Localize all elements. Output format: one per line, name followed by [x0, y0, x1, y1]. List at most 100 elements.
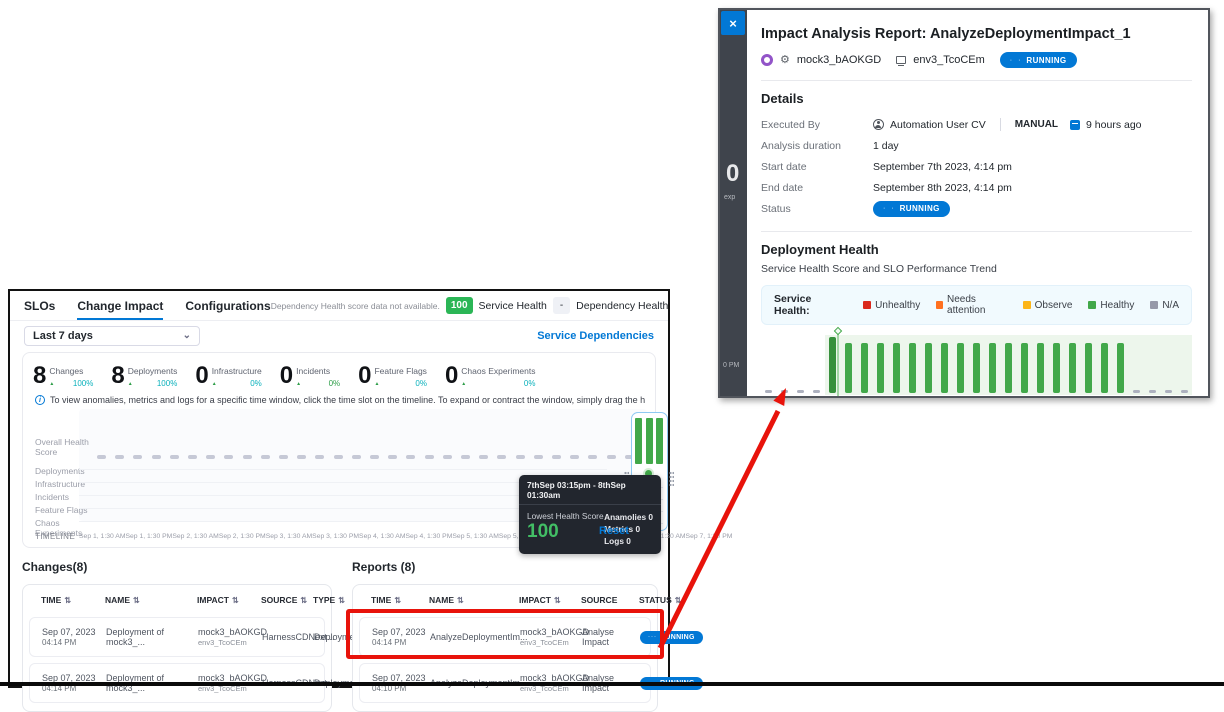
detail-label: Analysis duration — [761, 140, 873, 152]
column-header-source[interactable]: SOURCE — [581, 595, 639, 605]
dependency-health-badge: - — [553, 297, 570, 314]
status-badge: ···RUNNING — [640, 631, 703, 644]
timeline-row-label: Overall Health Score — [35, 437, 89, 457]
column-header-impact[interactable]: IMPACT⇅ — [519, 595, 581, 605]
metric-value: 0 — [445, 363, 457, 389]
timeline-tick: Sep 5, 1:30 AM — [452, 533, 498, 540]
timeline-chart: Overall Health ScoreDeploymentsInfrastru… — [33, 409, 647, 541]
executed-when: 9 hours ago — [1086, 119, 1141, 131]
table-row[interactable]: Sep 07, 202304:14 PMAnalyzeDeploymentIm.… — [359, 617, 651, 657]
tab-configurations[interactable]: Configurations — [185, 291, 270, 320]
legend-label: N/A — [1162, 300, 1179, 311]
modal-body: Impact Analysis Report: AnalyzeDeploymen… — [747, 10, 1208, 396]
dependency-health-note: Dependency Health score data not availab… — [271, 301, 440, 311]
service-name: mock3_bAOKGD — [797, 54, 881, 66]
divider — [761, 80, 1192, 81]
na-dash — [261, 455, 270, 459]
end-date-value: September 8th 2023, 4:14 pm — [873, 182, 1012, 194]
delta-up-icon: ▲ — [296, 381, 301, 387]
na-dash — [1149, 390, 1156, 393]
healthy-bar — [1021, 343, 1028, 393]
timeline-tick: Sep 1, 1:30 PM — [125, 533, 172, 540]
close-button[interactable]: × — [721, 11, 745, 35]
healthy-bar — [877, 343, 884, 393]
reports-headers: TIME⇅NAME⇅IMPACT⇅SOURCESTATUS⇅ — [359, 595, 651, 611]
cell-source: HarnessCDNext... — [262, 632, 314, 642]
cell-time: Sep 07, 202304:14 PM — [372, 627, 430, 647]
column-header-name[interactable]: NAME⇅ — [105, 595, 197, 605]
healthy-bar — [1085, 343, 1092, 393]
dependency-health-label: Dependency Health — [576, 300, 668, 312]
na-dash — [765, 390, 772, 393]
column-header-time[interactable]: TIME⇅ — [371, 595, 429, 605]
healthy-bar — [845, 343, 852, 393]
na-dash — [425, 455, 434, 459]
column-header-name[interactable]: NAME⇅ — [429, 595, 519, 605]
person-icon — [873, 119, 884, 130]
status-spinner-dots: · · — [1010, 57, 1023, 64]
cell-impact: mock3_bAOKGDenv3_TcoCEm — [520, 627, 582, 647]
sort-icon: ⇅ — [457, 596, 464, 605]
sort-icon: ⇅ — [64, 596, 71, 605]
modal-meta-row: ⚙ mock3_bAOKGD env3_TcoCEm · · RUNNING — [761, 52, 1192, 68]
service-icon — [761, 54, 773, 66]
changes-headers: TIME⇅NAME⇅IMPACT⇅SOURCE⇅TYPE⇅ — [29, 595, 325, 611]
status-badge: · · RUNNING — [1000, 52, 1077, 68]
na-dash — [370, 455, 379, 459]
metric-changes: 8Changes▲100% — [33, 363, 93, 389]
status-spinner-dots: ··· — [648, 634, 657, 640]
metric-label: Deployments — [128, 366, 178, 376]
column-header-label: TIME — [371, 595, 391, 605]
metric-label: Feature Flags — [374, 366, 426, 376]
service-health-score-badge: 100 — [446, 297, 473, 314]
detail-label: End date — [761, 182, 873, 194]
backdrop-fragment: 0 — [726, 160, 739, 188]
column-header-source[interactable]: SOURCE⇅ — [261, 595, 313, 605]
sort-icon: ⇅ — [394, 596, 401, 605]
tab-slos[interactable]: SLOs — [24, 291, 55, 320]
window-drag-handle-right[interactable] — [669, 471, 674, 486]
na-dash — [1181, 390, 1188, 393]
column-header-time[interactable]: TIME⇅ — [41, 595, 105, 605]
cell-status: ···RUNNING — [640, 630, 707, 644]
backdrop-fragment: exp — [724, 194, 735, 201]
cell-time: Sep 07, 202304:14 PM — [42, 627, 106, 647]
metric-delta: 0% — [415, 379, 427, 388]
column-header-impact[interactable]: IMPACT⇅ — [197, 595, 261, 605]
na-dash — [297, 455, 306, 459]
legend-label: Healthy — [1100, 300, 1134, 311]
column-header-status[interactable]: STATUS⇅ — [639, 595, 681, 605]
timeline-row-label: Feature Flags — [35, 505, 89, 515]
legend-item-healthy: Healthy — [1088, 300, 1134, 311]
column-header-type[interactable]: TYPE⇅ — [313, 595, 345, 605]
deployment-health-subheading: Service Health Score and SLO Performance… — [761, 263, 1192, 275]
tab-change-impact[interactable]: Change Impact — [77, 291, 163, 320]
cell-name: AnalyzeDeploymentIm... — [430, 632, 520, 642]
timeline-tick: Sep 4, 1:30 AM — [359, 533, 405, 540]
healthy-bar — [829, 337, 836, 393]
gear-icon: ⚙ — [780, 55, 790, 66]
legend-label: Needs attention — [947, 294, 1007, 316]
column-header-label: IMPACT — [519, 595, 551, 605]
healthy-bar — [941, 343, 948, 393]
legend-item-needs-attention: Needs attention — [936, 294, 1006, 316]
sort-icon: ⇅ — [338, 596, 345, 605]
window-health-bar — [635, 418, 642, 464]
calendar-icon — [1070, 120, 1080, 130]
na-dash — [552, 455, 561, 459]
na-dash — [97, 455, 106, 459]
service-health-label: Service Health — [479, 300, 547, 312]
table-row[interactable]: Sep 07, 202304:14 PMDeployment of mock3_… — [29, 617, 325, 657]
na-dash — [388, 455, 397, 459]
na-dash — [315, 455, 324, 459]
service-health-legend-items: UnhealthyNeeds attentionObserveHealthyN/… — [863, 294, 1179, 316]
service-dependencies-link[interactable]: Service Dependencies — [537, 330, 654, 342]
na-dash — [279, 455, 288, 459]
time-range-select[interactable]: Last 7 days ⌄ — [24, 326, 200, 346]
reset-link[interactable]: Reset — [599, 525, 629, 537]
changes-rows: Sep 07, 202304:14 PMDeployment of mock3_… — [29, 617, 325, 703]
na-dash — [152, 455, 161, 459]
na-dash — [813, 390, 820, 393]
healthy-bar — [861, 343, 868, 393]
metric-label: Chaos Experiments — [461, 366, 535, 376]
